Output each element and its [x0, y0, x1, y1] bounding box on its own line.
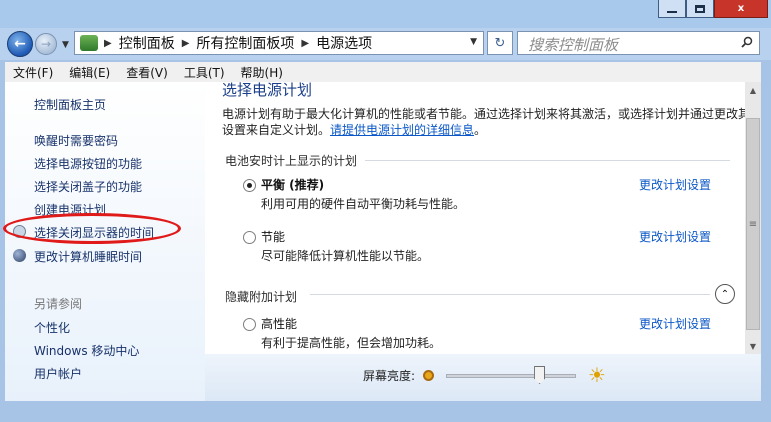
address-dropdown-icon[interactable]: ▼	[470, 37, 477, 47]
plan-radio-power-saver[interactable]	[243, 231, 256, 244]
brightness-label: 屏幕亮度:	[363, 369, 416, 383]
dim-sun-icon	[423, 370, 434, 381]
collapse-chevron-icon[interactable]: ⌃	[715, 284, 735, 304]
highlight-ellipse	[3, 213, 181, 244]
sidebar-item-lid-close[interactable]: 选择关闭盖子的功能	[34, 178, 142, 195]
sidebar-item-home[interactable]: 控制面板主页	[34, 96, 106, 113]
sidebar-item-user-accounts[interactable]: 用户帐户	[34, 365, 82, 382]
menu-tools[interactable]: 工具(T)	[176, 64, 233, 81]
change-plan-settings-balanced[interactable]: 更改计划设置	[639, 176, 711, 193]
title-bar: x	[0, 0, 771, 28]
sidebar-item-sleep-time[interactable]: 更改计算机睡眠时间	[34, 248, 142, 265]
scroll-down-icon[interactable]: ▼	[745, 338, 761, 354]
brightness-slider-thumb[interactable]	[534, 366, 546, 384]
maximize-button[interactable]	[686, 0, 714, 18]
see-also-heading: 另请参阅	[34, 297, 83, 311]
sidebar-item-personalization[interactable]: 个性化	[34, 319, 70, 336]
breadcrumb-separator-icon[interactable]: ▶	[182, 38, 190, 49]
search-placeholder: 搜索控制面板	[528, 36, 619, 54]
plan-name-balanced[interactable]: 平衡 (推荐)	[261, 176, 324, 193]
group-divider	[365, 160, 730, 161]
brightness-bar: 屏幕亮度: ☀	[205, 354, 761, 401]
back-button[interactable]: ←	[7, 31, 33, 57]
menu-view[interactable]: 查看(V)	[118, 64, 176, 81]
scrollbar-thumb[interactable]: ≡	[746, 118, 760, 330]
breadcrumb-control-panel[interactable]: 控制面板	[119, 33, 175, 53]
plan-name-power-saver[interactable]: 节能	[261, 228, 285, 245]
search-icon[interactable]	[741, 36, 753, 48]
back-arrow-icon: ←	[14, 36, 26, 52]
plan-radio-high-performance[interactable]	[243, 318, 256, 331]
menu-file[interactable]: 文件(F)	[5, 64, 61, 81]
refresh-icon: ↻	[494, 35, 506, 51]
menu-edit[interactable]: 编辑(E)	[61, 64, 118, 81]
breadcrumb: ▶ 控制面板 ▶ 所有控制面板项 ▶ 电源选项	[98, 33, 372, 53]
battery-plans-heading: 电池安时计上显示的计划	[225, 154, 358, 168]
page-description: 电源计划有助于最大化计算机的性能或者节能。通过选择计划来将其激活，或选择计划并通…	[222, 106, 745, 138]
recent-pages-dropdown[interactable]: ▼	[62, 40, 69, 50]
brightness-slider-track[interactable]	[446, 374, 576, 378]
sidebar-item-power-button[interactable]: 选择电源按钮的功能	[34, 155, 142, 172]
window-frame-bottom	[0, 401, 771, 422]
minimize-icon	[667, 10, 677, 13]
window-frame-right	[761, 60, 771, 422]
breadcrumb-all-items[interactable]: 所有控制面板项	[196, 33, 294, 53]
refresh-button[interactable]: ↻	[487, 31, 513, 55]
address-bar[interactable]: ▶ 控制面板 ▶ 所有控制面板项 ▶ 电源选项 ▼	[74, 31, 484, 55]
search-input[interactable]: 搜索控制面板	[517, 31, 760, 55]
breadcrumb-separator-icon[interactable]: ▶	[104, 38, 112, 49]
forward-button[interactable]: →	[35, 33, 57, 55]
close-button[interactable]: x	[714, 0, 768, 18]
hidden-plans-heading: 隐藏附加计划	[225, 290, 298, 304]
navigation-bar: ← → ▼ ▶ 控制面板 ▶ 所有控制面板项 ▶ 电源选项 ▼ ↻ 搜索控制面板	[0, 28, 771, 60]
forward-arrow-icon: →	[40, 37, 52, 51]
main-content: 选择电源计划 电源计划有助于最大化计算机的性能或者节能。通过选择计划来将其激活，…	[205, 82, 745, 354]
plan-details-link[interactable]: 请提供电源计划的详细信息	[330, 123, 474, 137]
breadcrumb-separator-icon[interactable]: ▶	[301, 38, 309, 49]
vertical-scrollbar[interactable]: ▲ ≡ ▼	[745, 82, 761, 354]
plan-radio-balanced[interactable]	[243, 179, 256, 192]
plan-desc-power-saver: 尽可能降低计算机性能以节能。	[261, 249, 430, 263]
group-divider	[310, 294, 710, 295]
sidebar-item-mobility-center[interactable]: Windows 移动中心	[34, 342, 139, 359]
close-icon: x	[737, 3, 745, 14]
plan-desc-balanced: 利用可用的硬件自动平衡功耗与性能。	[261, 197, 466, 211]
minimize-button[interactable]	[658, 0, 686, 18]
sidebar-item-wake-password[interactable]: 唤醒时需要密码	[34, 132, 118, 149]
control-panel-icon	[80, 35, 98, 51]
change-plan-settings-high-performance[interactable]: 更改计划设置	[639, 315, 711, 332]
sleep-moon-icon	[13, 249, 26, 262]
page-title: 选择电源计划	[222, 82, 313, 99]
maximize-icon	[695, 4, 705, 13]
menu-help[interactable]: 帮助(H)	[233, 64, 291, 81]
plan-desc-high-performance: 有利于提高性能，但会增加功耗。	[261, 336, 442, 350]
breadcrumb-power-options[interactable]: 电源选项	[316, 33, 372, 53]
plan-name-high-performance[interactable]: 高性能	[261, 315, 297, 332]
change-plan-settings-power-saver[interactable]: 更改计划设置	[639, 228, 711, 245]
bright-sun-icon: ☀	[588, 363, 606, 387]
scroll-up-icon[interactable]: ▲	[745, 82, 761, 98]
menu-bar: 文件(F) 编辑(E) 查看(V) 工具(T) 帮助(H)	[5, 62, 766, 82]
